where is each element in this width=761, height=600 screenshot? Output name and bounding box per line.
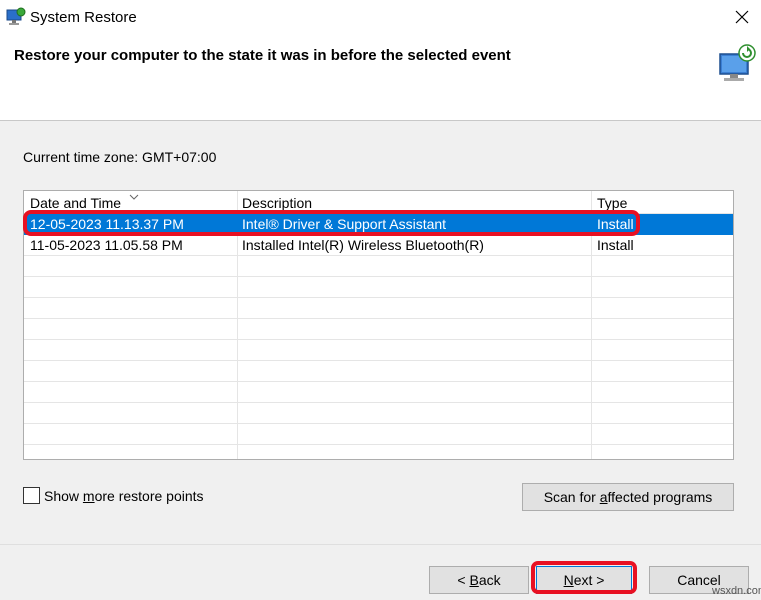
window-title: System Restore bbox=[30, 9, 137, 26]
restore-wizard-icon bbox=[719, 44, 756, 81]
close-icon bbox=[735, 10, 749, 24]
back-button[interactable]: < Back bbox=[429, 566, 529, 594]
row-type: Install bbox=[597, 216, 634, 232]
row-date: 12-05-2023 11.13.37 PM bbox=[30, 216, 184, 232]
page-heading: Restore your computer to the state it wa… bbox=[14, 47, 511, 64]
close-button[interactable] bbox=[724, 0, 760, 34]
table-row[interactable]: 12-05-2023 11.13.37 PM Intel® Driver & S… bbox=[24, 214, 733, 235]
empty-row bbox=[24, 403, 733, 424]
empty-row bbox=[24, 256, 733, 277]
restore-points-list[interactable]: Date and Time Description Type 12-05-202… bbox=[23, 190, 734, 460]
column-header-date[interactable]: Date and Time bbox=[30, 194, 139, 211]
empty-row bbox=[24, 319, 733, 340]
row-type: Install bbox=[597, 237, 634, 253]
table-row[interactable]: 11-05-2023 11.05.58 PM Installed Intel(R… bbox=[24, 235, 733, 256]
next-button[interactable]: Next > bbox=[536, 566, 632, 594]
empty-row bbox=[24, 277, 733, 298]
empty-row bbox=[24, 361, 733, 382]
row-date: 11-05-2023 11.05.58 PM bbox=[30, 237, 183, 253]
empty-row bbox=[24, 382, 733, 403]
watermark: wsxdn.com bbox=[712, 585, 761, 597]
scan-affected-programs-button[interactable]: Scan for affected programs bbox=[522, 483, 734, 511]
show-more-label: Show more restore points bbox=[44, 487, 204, 504]
show-more-checkbox[interactable] bbox=[23, 487, 40, 504]
column-header-description[interactable]: Description bbox=[242, 195, 312, 211]
show-more-restore-points[interactable]: Show more restore points bbox=[23, 487, 204, 504]
column-header-type[interactable]: Type bbox=[597, 195, 627, 211]
timezone-label: Current time zone: GMT+07:00 bbox=[23, 149, 217, 165]
empty-row bbox=[24, 424, 733, 445]
row-description: Intel® Driver & Support Assistant bbox=[242, 216, 447, 232]
scan-button-label: Scan for affected programs bbox=[543, 489, 713, 505]
row-description: Installed Intel(R) Wireless Bluetooth(R) bbox=[242, 237, 484, 253]
next-button-label: Next > bbox=[563, 572, 605, 588]
sort-arrow-icon bbox=[129, 194, 139, 200]
empty-row bbox=[24, 340, 733, 361]
empty-row bbox=[24, 298, 733, 319]
footer-divider bbox=[0, 544, 761, 545]
system-restore-icon bbox=[6, 7, 26, 25]
back-button-label: < Back bbox=[457, 572, 501, 588]
list-header: Date and Time Description Type bbox=[24, 191, 733, 214]
header-panel: System Restore Restore your computer to … bbox=[0, 0, 761, 121]
